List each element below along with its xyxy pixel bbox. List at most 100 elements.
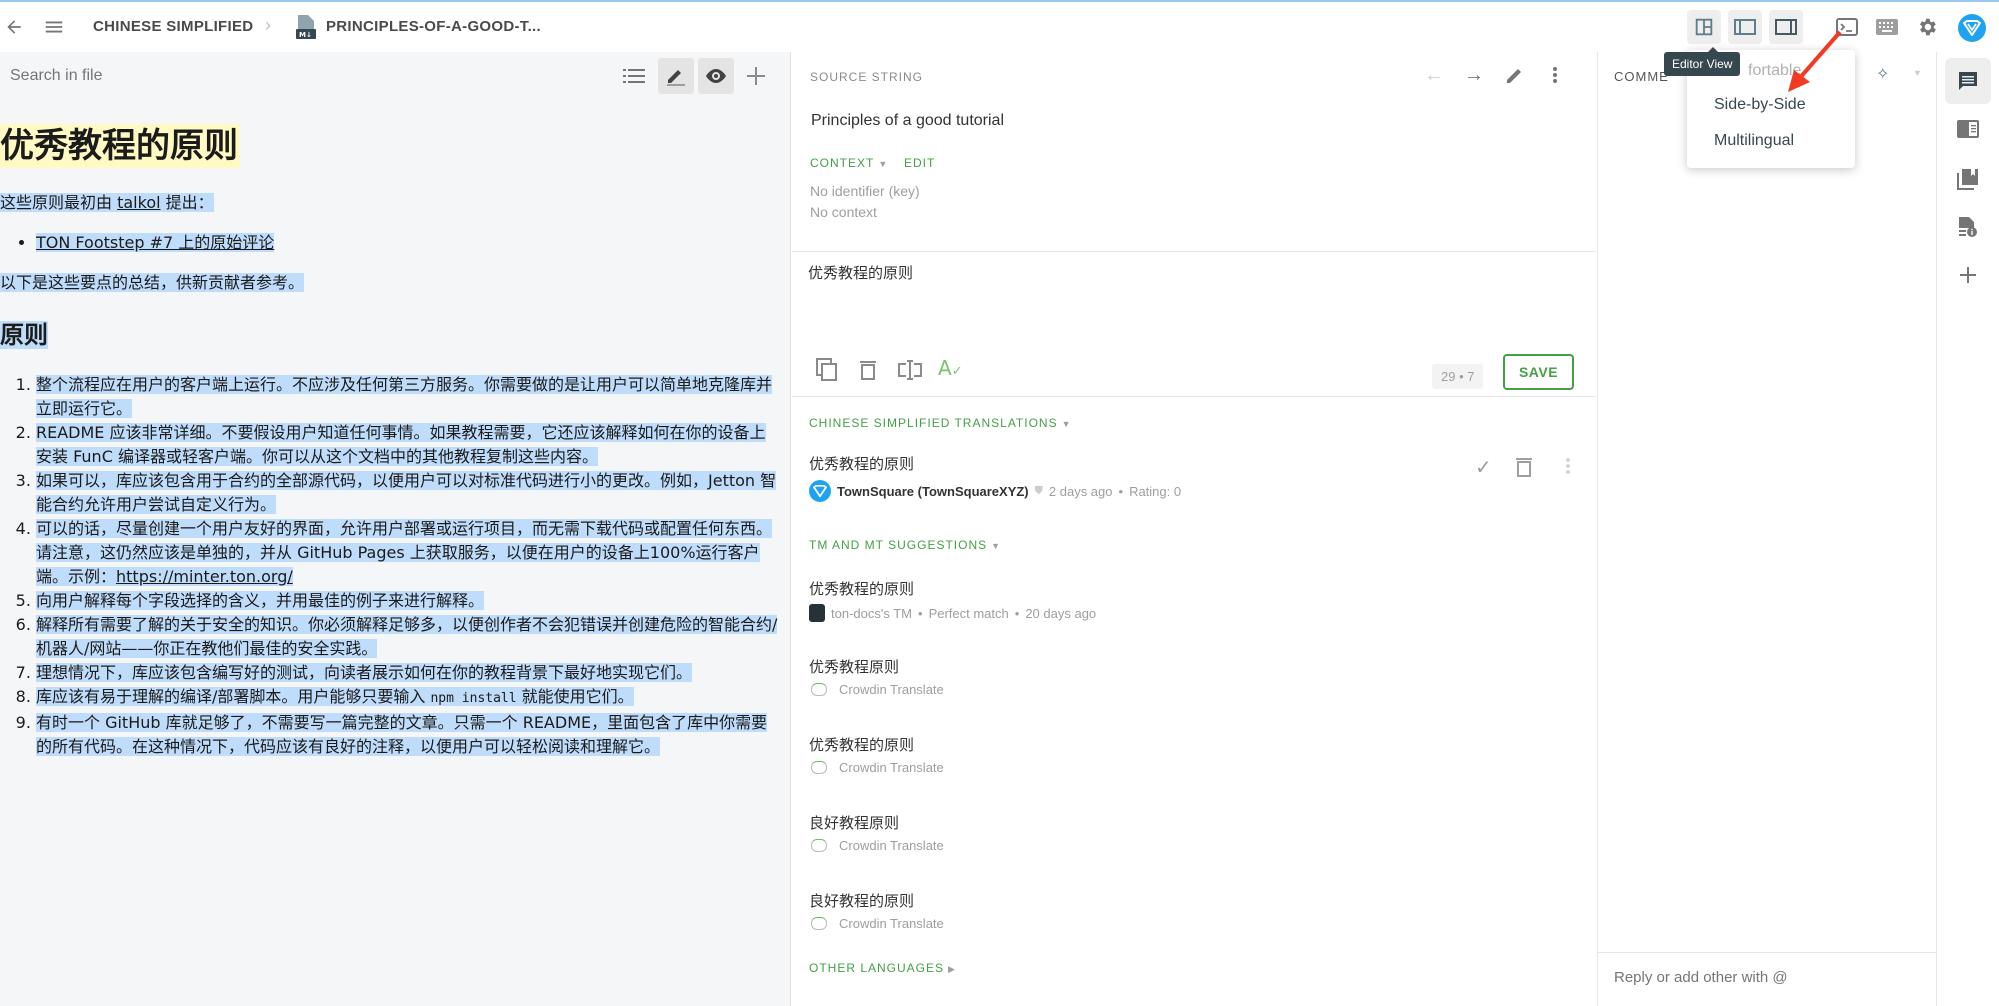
copy-source-icon[interactable]	[816, 358, 838, 387]
caret-down-icon: ▼	[878, 159, 889, 169]
suggestion-text: 优秀教程的原则	[809, 581, 915, 598]
suggestion-text: 优秀教程的原则	[809, 737, 915, 754]
translation-meta: TownSquare (TownSquareXYZ) ⛊ 2 days ago …	[809, 480, 1181, 502]
other-languages-toggle[interactable]: OTHER LANGUAGES ▶	[809, 961, 956, 975]
author-name[interactable]: TownSquare (TownSquareXYZ)	[837, 484, 1029, 499]
translation-editor: 优秀教程的原则 A✓ 29 • 7 SAVE	[792, 252, 1596, 397]
keyboard-icon[interactable]	[1875, 15, 1899, 39]
suggestion-item[interactable]: 优秀教程的原则 Crowdin Translate	[792, 728, 1596, 788]
list-item: 可以的话，尽量创建一个用户友好的界面，允许用户部署或运行项目，而无需下载代码或配…	[36, 517, 781, 589]
split-text-icon[interactable]	[898, 360, 922, 385]
comments-tab-button[interactable]	[1945, 58, 1991, 104]
back-arrow-icon[interactable]	[2, 15, 26, 39]
prev-string-arrow-icon[interactable]: ←	[1424, 64, 1444, 87]
list-item: 向用户解释每个字段选择的含义，并用最佳的例子来进行解释。	[36, 589, 781, 613]
doc-intro: 这些原则最初由 talkol 提出：	[0, 193, 214, 212]
clear-translation-icon[interactable]	[860, 360, 876, 385]
delete-translation-icon[interactable]	[1516, 457, 1532, 482]
suggestion-item[interactable]: 良好教程原则 Crowdin Translate	[792, 806, 1596, 866]
breadcrumb-file[interactable]: PRINCIPLES-OF-A-GOOD-T...	[326, 18, 541, 35]
preview-mode-button[interactable]	[698, 58, 734, 94]
comments-label: COMME	[1614, 69, 1669, 84]
tm-icon	[809, 604, 825, 622]
list-item: 理想情况下，库应该包含编写好的测试，向读者展示如何在你的教程背景下最好地实现它们…	[36, 661, 781, 685]
minter-link[interactable]: https://minter.ton.org/	[116, 567, 293, 586]
crowdin-translate-icon	[811, 839, 827, 852]
breadcrumb-separator-icon: ›	[265, 15, 271, 35]
document-preview-panel: 优秀教程的原则 这些原则最初由 talkol 提出： TON Footstep …	[0, 52, 791, 1006]
list-item: 如果可以，库应该包含用于合约的全部源代码，以便用户可以对标准代码进行小的更改。例…	[36, 469, 781, 517]
toggle-left-panel-button[interactable]	[1728, 10, 1762, 44]
right-rail	[1938, 52, 1999, 1006]
file-info-tab-button[interactable]	[1945, 204, 1991, 250]
markdown-file-icon: M↓	[296, 15, 316, 44]
suggestions-toggle[interactable]: TM AND MT SUGGESTIONS ▼	[809, 538, 1001, 552]
translation-rating: Rating: 0	[1129, 483, 1182, 499]
footstep-link[interactable]: TON Footstep #7 上的原始评论	[36, 233, 275, 252]
list-item: 有时一个 GitHub 库就足够了，不需要写一篇完整的文章。只需一个 READM…	[36, 711, 781, 759]
next-string-arrow-icon[interactable]: →	[1464, 64, 1484, 87]
term-base-tab-button[interactable]	[1945, 106, 1991, 152]
suggestion-text: 优秀教程原则	[809, 659, 900, 676]
top-bar: CHINESE SIMPLIFIED › M↓ PRINCIPLES-OF-A-…	[0, 0, 1999, 52]
comments-dropdown-caret-icon[interactable]: ▼	[1913, 68, 1922, 78]
doc-title: 优秀教程的原则	[0, 124, 240, 168]
translation-input[interactable]: 优秀教程的原则	[808, 262, 1578, 322]
source-string-section: SOURCE STRING ← → Principles of a good t…	[792, 52, 1596, 252]
suggestion-source: ton-docs's TM	[831, 605, 912, 621]
glossary-tab-button[interactable]	[1945, 156, 1991, 202]
search-in-file-input[interactable]	[10, 67, 510, 85]
user-avatar[interactable]	[1958, 14, 1986, 42]
view-option-side-by-side[interactable]: Side-by-Side	[1714, 96, 1806, 114]
editor-view-button[interactable]	[1687, 10, 1721, 44]
character-counter: 29 • 7	[1432, 364, 1484, 389]
list-item: 库应该有易于理解的编译/部署脚本。用户能够只要输入 npm install 就能…	[36, 685, 781, 711]
context-toggle[interactable]: CONTEXT ▼	[810, 156, 888, 170]
more-options-icon[interactable]	[1552, 66, 1558, 89]
translation-text: 优秀教程的原则	[809, 456, 915, 473]
list-item: README 应该非常详细。不要假设用户知道任何事情。如果教程需要，它还应该解释…	[36, 421, 781, 469]
source-string-text: Principles of a good tutorial	[811, 112, 1004, 129]
suggestion-text: 良好教程原则	[809, 815, 900, 832]
crowdin-translate-icon	[811, 917, 827, 930]
outline-list-button[interactable]	[616, 58, 652, 94]
settings-gear-icon[interactable]	[1915, 15, 1939, 39]
suggestion-item[interactable]: 优秀教程原则 Crowdin Translate	[792, 650, 1596, 710]
translation-menu-icon[interactable]	[1565, 457, 1571, 480]
crowdin-translate-icon	[811, 683, 827, 696]
crowdin-translate-icon	[811, 761, 827, 774]
add-button[interactable]	[738, 58, 774, 94]
svg-text:M↓: M↓	[299, 31, 312, 39]
pin-icon[interactable]: ✧	[1876, 64, 1889, 84]
source-string-label: SOURCE STRING	[810, 70, 924, 84]
translation-time: 2 days ago	[1048, 483, 1113, 499]
suggestion-time: 20 days ago	[1025, 605, 1097, 621]
editor-panel: SOURCE STRING ← → Principles of a good t…	[792, 52, 1596, 1006]
list-item: 整个流程应在用户的客户端上运行。不应涉及任何第三方服务。你需要做的是让用户可以简…	[36, 373, 781, 421]
document-content: 优秀教程的原则 这些原则最初由 talkol 提出： TON Footstep …	[0, 124, 790, 759]
suggestion-item[interactable]: 优秀教程的原则 ton-docs's TM • Perfect match • 20…	[792, 572, 1596, 632]
translations-toggle[interactable]: CHINESE SIMPLIFIED TRANSLATIONS ▼	[809, 416, 1072, 430]
add-tab-button[interactable]	[1945, 252, 1991, 298]
save-button[interactable]: SAVE	[1503, 354, 1574, 390]
breadcrumb-language[interactable]: CHINESE SIMPLIFIED	[93, 18, 253, 35]
author-avatar	[809, 480, 831, 502]
view-option-multilingual[interactable]: Multilingual	[1714, 132, 1794, 150]
talkol-link[interactable]: talkol	[117, 193, 160, 212]
context-text: No context	[810, 204, 877, 220]
suggestion-item[interactable]: 良好教程的原则 Crowdin Translate	[792, 884, 1596, 944]
translation-item: 优秀教程的原则 TownSquare (TownSquareXYZ) ⛊ 2 d…	[792, 447, 1596, 507]
suggestion-match: Perfect match	[928, 605, 1009, 621]
edit-mode-button[interactable]	[658, 58, 694, 94]
comment-reply-input[interactable]	[1614, 969, 1914, 986]
comments-panel: COMME ✧ ▼	[1597, 52, 1937, 1006]
edit-context-link[interactable]: EDIT	[904, 156, 935, 170]
doc-section-heading: 原则	[0, 321, 48, 349]
menu-icon[interactable]	[42, 15, 66, 39]
shield-icon: ⛊	[1034, 484, 1043, 497]
spellcheck-icon[interactable]: A✓	[938, 356, 963, 380]
approve-check-icon[interactable]: ✓	[1475, 455, 1492, 480]
identifier-text: No identifier (key)	[810, 183, 920, 199]
doc-summary: 以下是这些要点的总结，供新贡献者参考。	[0, 273, 305, 292]
edit-source-pencil-icon[interactable]	[1506, 66, 1524, 89]
